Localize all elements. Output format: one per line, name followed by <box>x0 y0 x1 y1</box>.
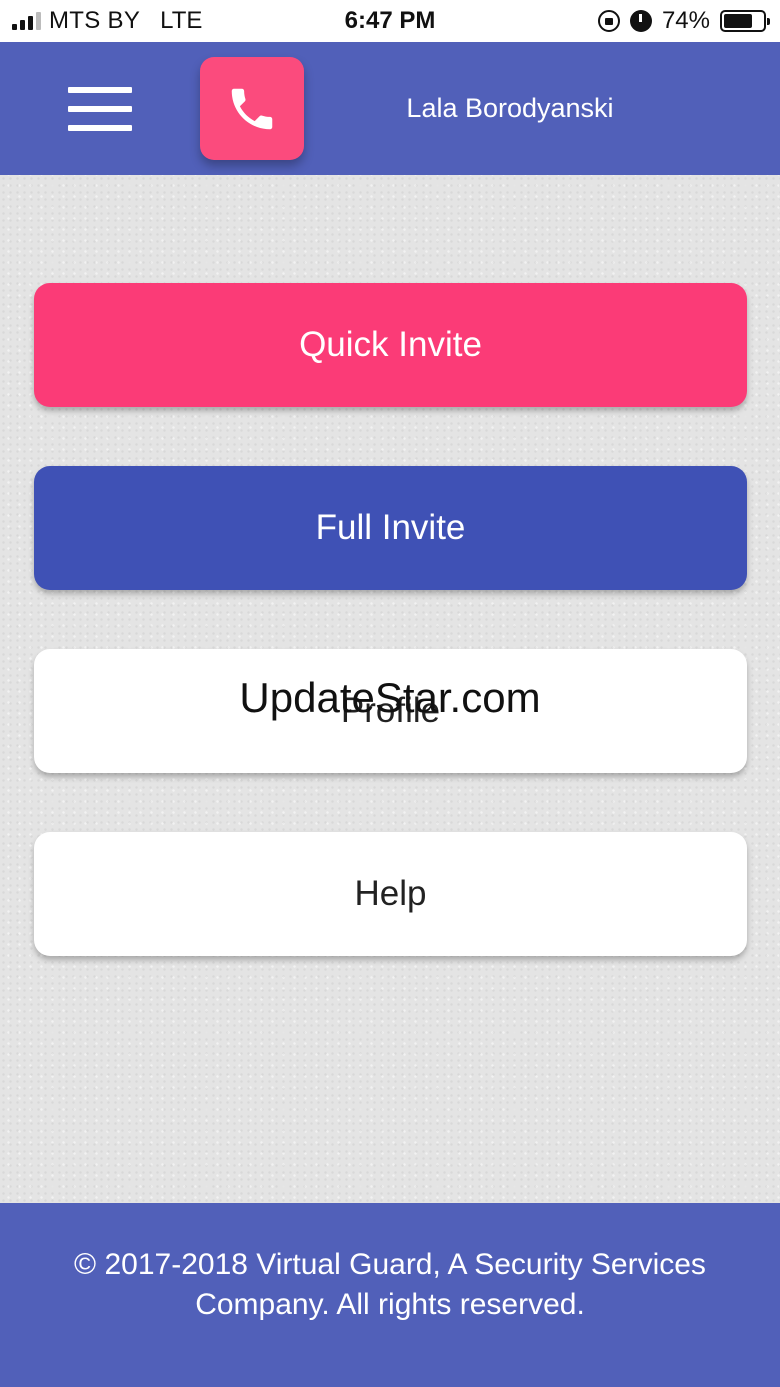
help-button[interactable]: Help <box>34 832 747 956</box>
phone-icon <box>231 88 273 129</box>
main-content: Quick Invite Full Invite Profile Help <box>0 175 780 1203</box>
rotation-lock-icon <box>597 10 620 32</box>
status-bar: MTS BY LTE 6:47 PM 74% <box>0 0 780 42</box>
hamburger-menu-icon[interactable] <box>68 87 132 131</box>
quick-invite-button[interactable]: Quick Invite <box>34 283 747 407</box>
status-right: 74% <box>597 7 770 34</box>
battery-fill <box>724 14 753 28</box>
user-name: Lala Borodyanski <box>406 93 614 123</box>
app-header: Lala Borodyanski <box>0 42 780 175</box>
full-invite-button[interactable]: Full Invite <box>34 466 747 590</box>
profile-button[interactable]: Profile <box>34 649 747 773</box>
battery-icon <box>720 10 770 32</box>
footer: © 2017-2018 Virtual Guard, A Security Se… <box>0 1203 780 1387</box>
copyright-text: © 2017-2018 Virtual Guard, A Security Se… <box>74 1248 706 1321</box>
battery-percent: 74% <box>661 7 710 34</box>
alarm-icon <box>629 10 652 32</box>
call-button[interactable] <box>200 57 304 160</box>
